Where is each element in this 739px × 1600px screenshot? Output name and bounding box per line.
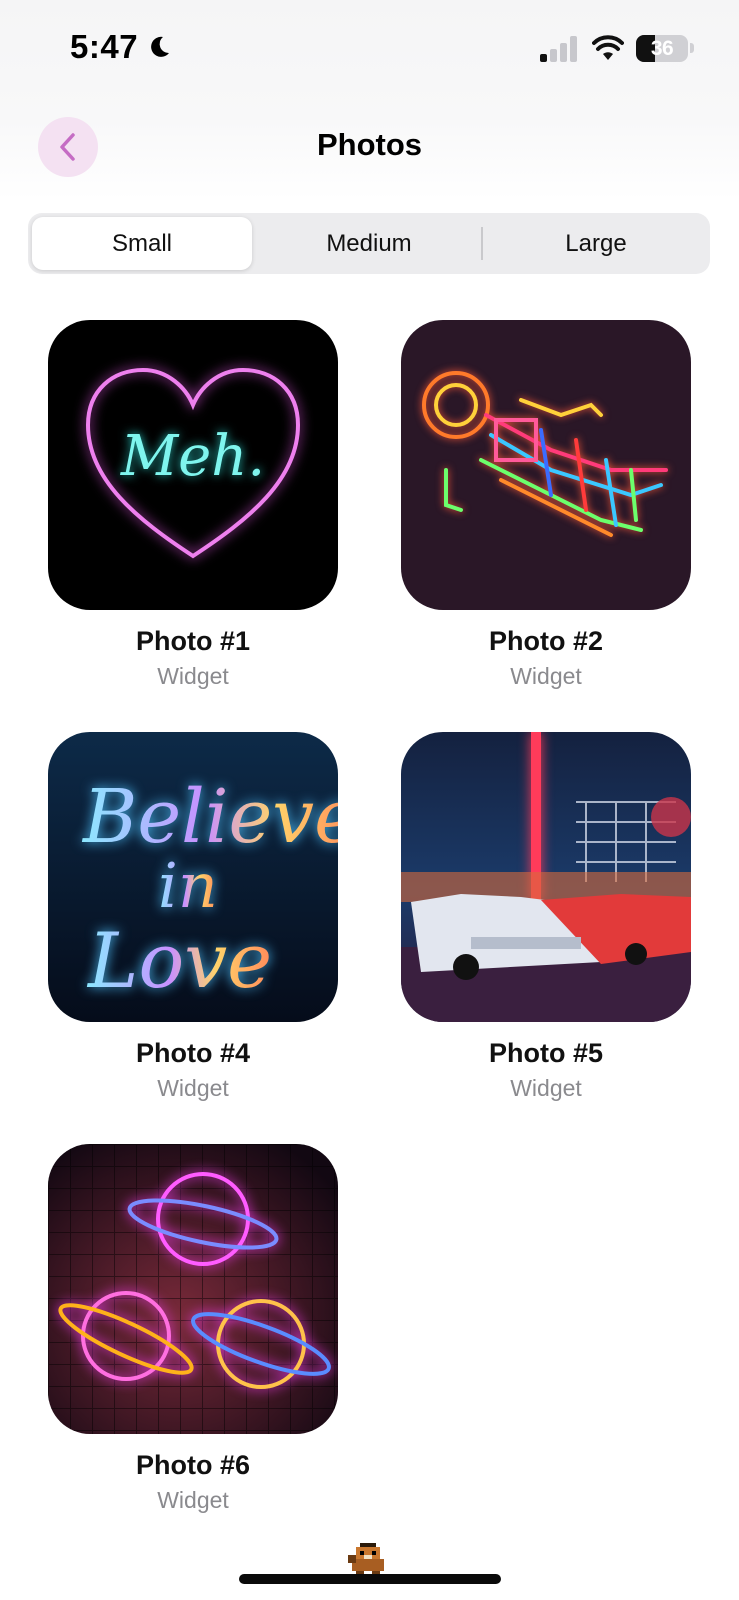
photo-title-5: Photo #5 xyxy=(488,1038,603,1068)
photo-thumbnail-5[interactable] xyxy=(401,732,691,1022)
size-segmented-control: Small Medium Large xyxy=(28,213,710,274)
photo-thumbnail-2[interactable] xyxy=(401,320,691,610)
battery-percentage: 36 xyxy=(650,37,674,60)
photo-subtitle-5: Widget xyxy=(510,1075,582,1101)
photo-4-word-3: Love xyxy=(86,916,272,1005)
photo-card-1[interactable]: Meh. Photo #1 Widget xyxy=(48,320,338,690)
segment-small[interactable]: Small xyxy=(32,217,252,270)
photo-card-6[interactable]: Photo #6 Widget xyxy=(48,1144,338,1514)
page-title: Photos xyxy=(316,127,423,162)
photo-title-4: Photo #4 xyxy=(135,1038,250,1068)
photo-card-2[interactable]: Photo #2 Widget xyxy=(401,320,691,690)
photo-title-2: Photo #2 xyxy=(488,626,603,656)
photo-subtitle-6: Widget xyxy=(157,1487,229,1513)
photo-subtitle-1: Widget xyxy=(157,663,229,689)
battery-icon: 36 xyxy=(636,35,688,62)
photo-4-word-2: in xyxy=(158,849,218,922)
battery-cap xyxy=(690,43,694,53)
segment-large[interactable]: Large xyxy=(486,217,706,270)
photo-card-4[interactable]: Believe in Love Photo #4 Widget xyxy=(48,732,338,1102)
photo-title-1: Photo #1 xyxy=(135,626,250,656)
segment-divider xyxy=(481,227,483,260)
segment-medium[interactable]: Medium xyxy=(259,217,479,270)
status-time-text: 5:47 xyxy=(70,28,139,65)
photo-4-word-1: Believe xyxy=(81,774,338,860)
photo-subtitle-2: Widget xyxy=(510,663,582,689)
photo-title-6: Photo #6 xyxy=(135,1450,250,1480)
photo-thumbnail-1[interactable]: Meh. xyxy=(48,320,338,610)
photo-thumbnail-6[interactable] xyxy=(48,1144,338,1434)
cellular-signal-icon xyxy=(540,36,580,62)
wifi-icon xyxy=(592,35,624,60)
status-time: 5:47 xyxy=(70,28,172,66)
photo-card-5[interactable]: Photo #5 Widget xyxy=(401,732,691,1102)
home-indicator[interactable] xyxy=(239,1574,501,1584)
photo-thumbnail-4[interactable]: Believe in Love xyxy=(48,732,338,1022)
moon-icon xyxy=(151,36,170,57)
photo-1-text: Meh. xyxy=(120,424,265,489)
photo-subtitle-4: Widget xyxy=(157,1075,229,1101)
